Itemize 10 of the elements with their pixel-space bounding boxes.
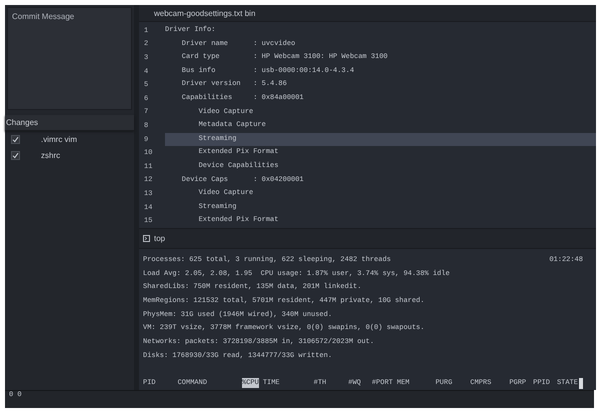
checkbox[interactable] bbox=[11, 150, 20, 160]
commit-message-field[interactable]: Commit Message bbox=[7, 7, 132, 110]
cursor bbox=[578, 378, 583, 388]
file-tab[interactable]: webcam-goodsettings.txt bin bbox=[154, 8, 256, 18]
checkbox[interactable] bbox=[11, 134, 20, 144]
terminal-tab[interactable]: top bbox=[154, 234, 166, 243]
terminal-icon bbox=[143, 235, 150, 242]
changes-header: Changes bbox=[5, 115, 134, 131]
changed-file[interactable]: .vimrc vim bbox=[41, 134, 77, 144]
changed-file[interactable]: zshrc bbox=[41, 150, 60, 160]
